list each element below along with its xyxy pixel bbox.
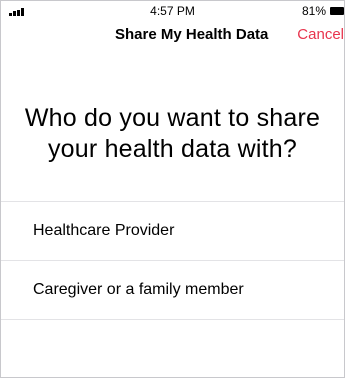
battery-icon bbox=[330, 7, 344, 15]
option-healthcare-provider[interactable]: Healthcare Provider bbox=[1, 202, 344, 261]
recipient-options-list: Healthcare Provider Caregiver or a famil… bbox=[1, 201, 344, 320]
share-question-heading: Who do you want to share your health dat… bbox=[24, 104, 321, 163]
option-caregiver-family-member[interactable]: Caregiver or a family member bbox=[1, 261, 344, 320]
battery-indicator: 81% bbox=[302, 4, 344, 18]
phone-screen: 4:57 PM 81% Share My Health Data Cancel … bbox=[0, 0, 345, 378]
navigation-bar: Share My Health Data Cancel bbox=[1, 23, 344, 53]
page-title: Share My Health Data bbox=[115, 26, 269, 43]
cancel-button[interactable]: Cancel bbox=[297, 26, 344, 43]
status-bar: 4:57 PM 81% bbox=[1, 1, 344, 23]
status-time: 4:57 PM bbox=[150, 4, 195, 18]
battery-percentage: 81% bbox=[301, 4, 326, 18]
